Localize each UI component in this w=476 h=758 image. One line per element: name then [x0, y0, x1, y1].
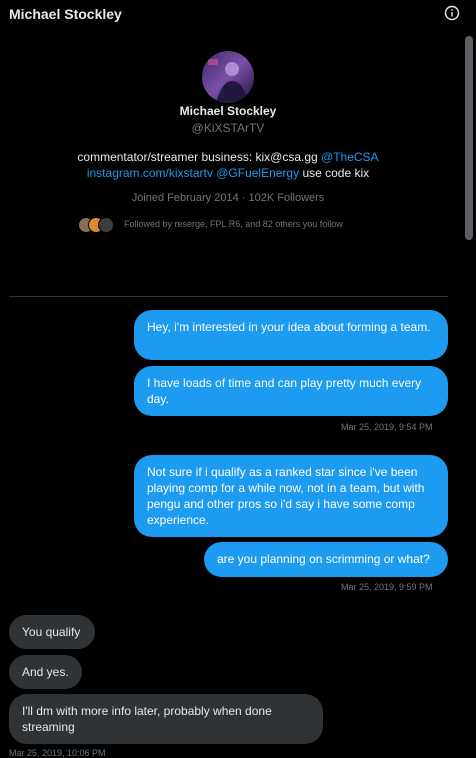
message-timestamp: Mar 25, 2019, 10:06 PM	[9, 748, 106, 758]
conversation-title: Michael Stockley	[9, 6, 122, 22]
followed-by-text: Followed by reserge, FPL R6, and 82 othe…	[124, 219, 343, 229]
scrollbar-thumb[interactable]	[465, 36, 473, 240]
bio-link-instagram[interactable]: instagram.com/kixstartv	[87, 166, 213, 180]
conversation-panel: Michael Stockley @KiXSTArTV commentator/…	[0, 30, 462, 758]
message-timestamp: Mar 25, 2019, 9:54 PM	[341, 422, 433, 432]
message-sent[interactable]: are you planning on scrimming or what?	[204, 542, 448, 577]
message-sent[interactable]: Hey, i'm interested in your idea about f…	[134, 310, 448, 360]
conversation-header: Michael Stockley	[0, 0, 476, 30]
bio-link-gfuel[interactable]: @GFuelEnergy	[216, 166, 299, 180]
avatar[interactable]	[202, 51, 254, 103]
message-received[interactable]: You qualify	[9, 615, 95, 649]
profile-joined-followers: Joined February 2014 · 102K Followers	[131, 192, 325, 204]
divider	[9, 296, 448, 297]
profile-bio-line-1: commentator/streamer business: kix@csa.g…	[0, 150, 456, 164]
message-timestamp: Mar 25, 2019, 9:59 PM	[341, 582, 433, 592]
profile-bio-line-2: instagram.com/kixstartv @GFuelEnergy use…	[0, 166, 456, 180]
message-sent[interactable]: I have loads of time and can play pretty…	[134, 366, 448, 416]
bio-text-code: use code kix	[299, 166, 370, 180]
bio-link-thecsa[interactable]: @TheCSA	[321, 150, 379, 164]
message-sent[interactable]: Not sure if i qualify as a ranked star s…	[134, 455, 448, 537]
info-icon[interactable]	[444, 5, 460, 21]
message-received[interactable]: And yes.	[9, 655, 82, 689]
message-received[interactable]: I'll dm with more info later, probably w…	[9, 694, 323, 744]
bio-text: commentator/streamer business: kix@csa.g…	[77, 150, 322, 164]
follower-avatar	[98, 217, 114, 233]
profile-handle: @KiXSTArTV	[191, 121, 265, 135]
profile-name[interactable]: Michael Stockley	[0, 104, 456, 118]
scrollbar[interactable]	[463, 32, 475, 753]
